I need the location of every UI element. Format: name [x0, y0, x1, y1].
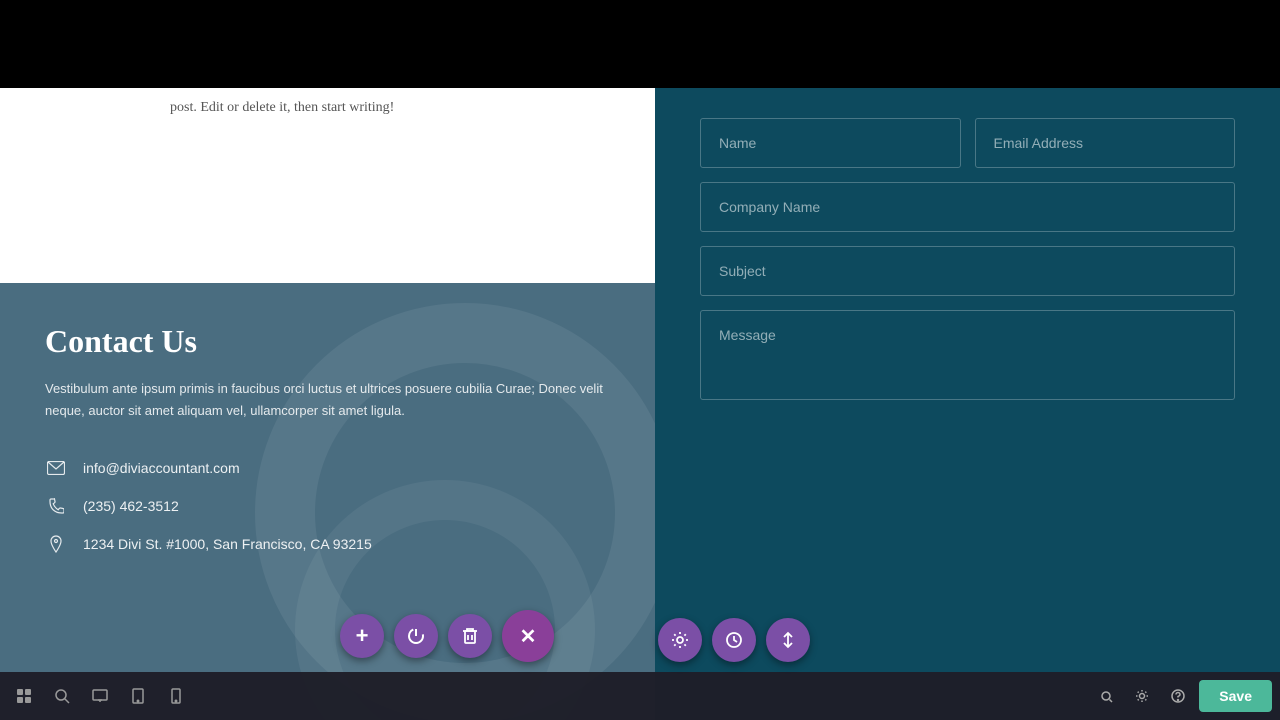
contact-phone-row: (235) 462-3512: [45, 495, 610, 517]
mobile-icon-btn[interactable]: [158, 678, 194, 714]
history-fab-button[interactable]: [712, 618, 756, 662]
search-small-btn[interactable]: [1091, 681, 1121, 711]
floating-buttons: + ✕: [340, 610, 554, 662]
main-content: post. Edit or delete it, then start writ…: [0, 88, 1280, 720]
envelope-icon: [45, 457, 67, 479]
company-input[interactable]: [700, 182, 1235, 232]
left-panel: post. Edit or delete it, then start writ…: [0, 88, 655, 720]
power-fab-button[interactable]: [394, 614, 438, 658]
tablet-icon-btn[interactable]: [120, 678, 156, 714]
email-input[interactable]: [975, 118, 1236, 168]
settings-small-btn[interactable]: [1127, 681, 1157, 711]
location-icon: [45, 533, 67, 555]
contact-description: Vestibulum ante ipsum primis in faucibus…: [45, 378, 610, 422]
name-input[interactable]: [700, 118, 961, 168]
contact-address-row: 1234 Divi St. #1000, San Francisco, CA 9…: [45, 533, 610, 555]
white-section: post. Edit or delete it, then start writ…: [0, 88, 655, 283]
contact-email: info@diviaccountant.com: [83, 460, 240, 476]
settings-fab-button[interactable]: [658, 618, 702, 662]
phone-icon: [45, 495, 67, 517]
contact-phone: (235) 462-3512: [83, 498, 179, 514]
post-text: post. Edit or delete it, then start writ…: [170, 100, 394, 116]
trash-fab-button[interactable]: [448, 614, 492, 658]
contact-email-row: info@diviaccountant.com: [45, 457, 610, 479]
fab-group-right: [658, 618, 810, 662]
message-textarea[interactable]: [700, 310, 1235, 400]
subject-input[interactable]: [700, 246, 1235, 296]
search-icon-btn[interactable]: [44, 678, 80, 714]
form-row-name-email: [700, 118, 1235, 168]
sort-fab-button[interactable]: [766, 618, 810, 662]
contact-section: Contact Us Vestibulum ante ipsum primis …: [0, 283, 655, 720]
top-bar: [0, 0, 1280, 88]
add-fab-button[interactable]: +: [340, 614, 384, 658]
grid-icon-btn[interactable]: [6, 678, 42, 714]
monitor-icon-btn[interactable]: [82, 678, 118, 714]
toolbar-right: Save: [1083, 680, 1280, 712]
bottom-toolbar: + ✕: [0, 672, 1280, 720]
save-button[interactable]: Save: [1199, 680, 1272, 712]
contact-title: Contact Us: [45, 323, 610, 360]
contact-address: 1234 Divi St. #1000, San Francisco, CA 9…: [83, 536, 372, 552]
help-small-btn[interactable]: [1163, 681, 1193, 711]
close-fab-button[interactable]: ✕: [502, 610, 554, 662]
toolbar-left-icons: [0, 678, 200, 714]
